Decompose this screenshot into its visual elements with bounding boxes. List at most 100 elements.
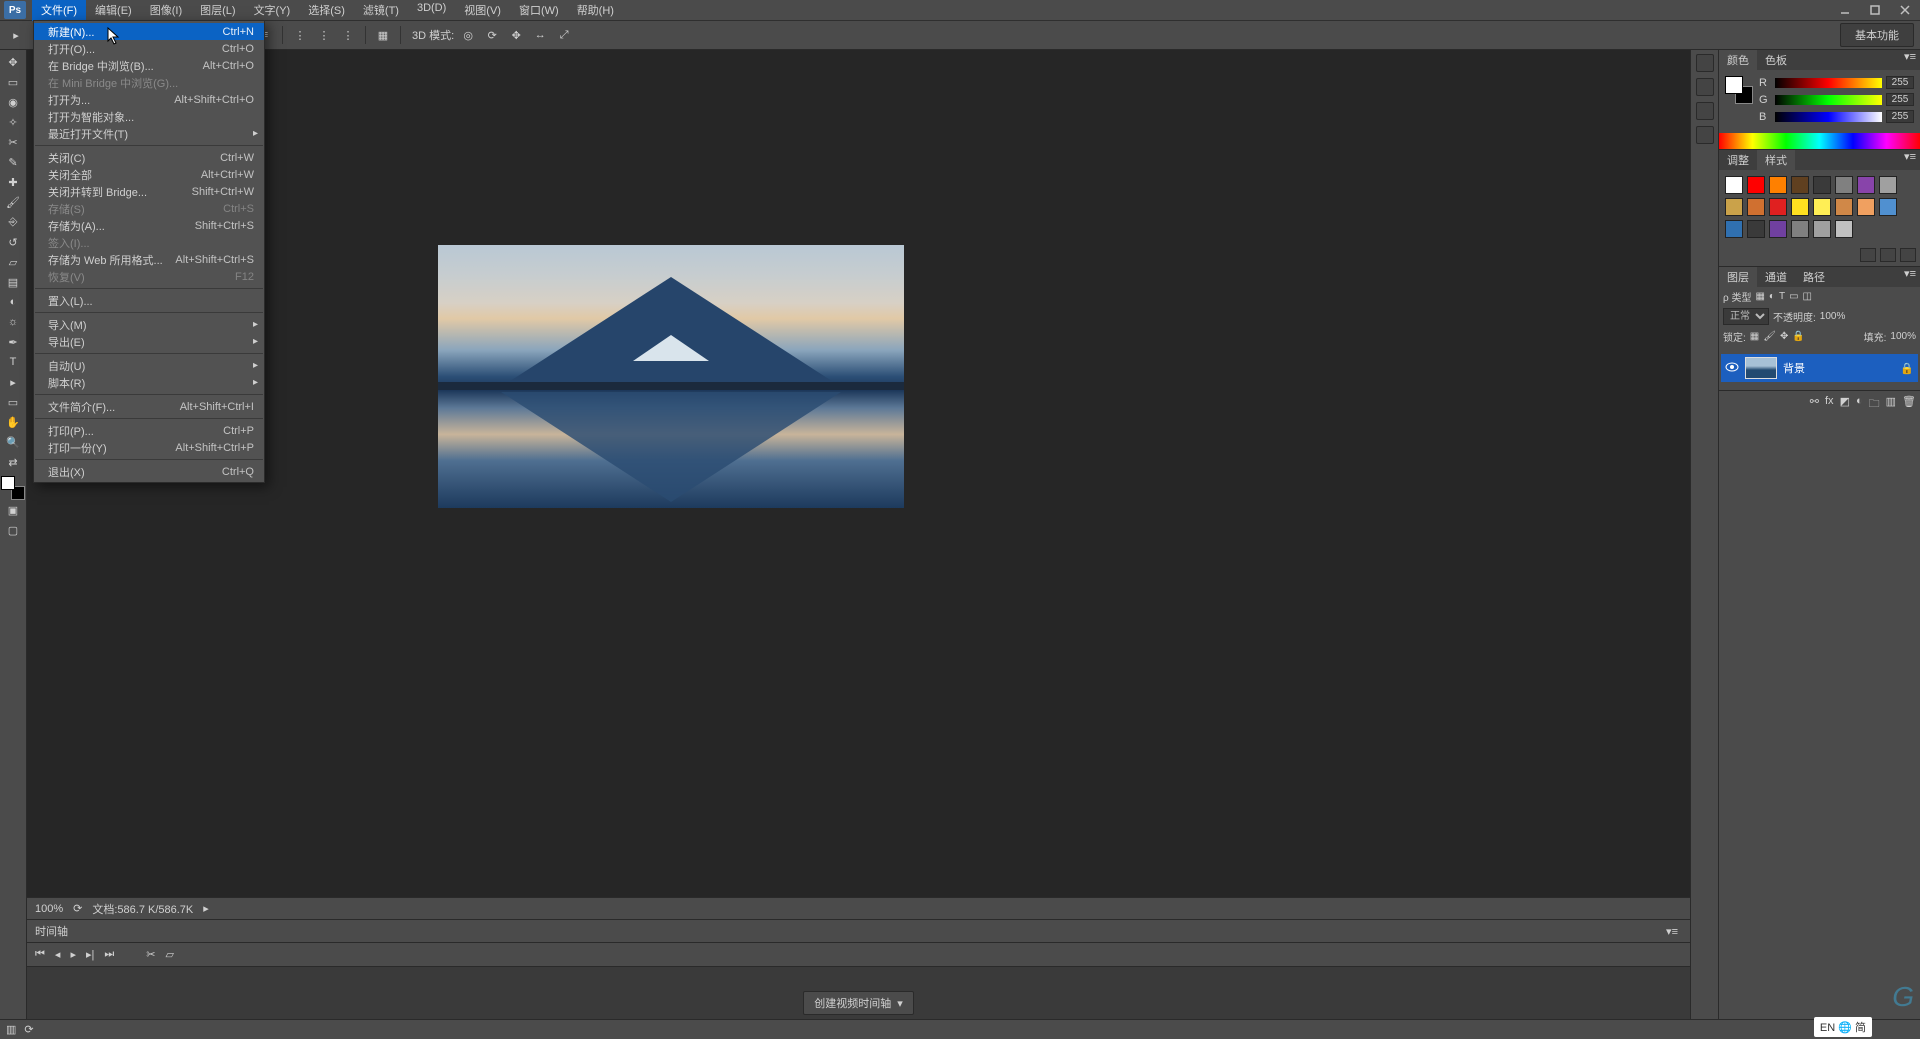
- 3d-zoom-icon[interactable]: ⤢: [554, 25, 574, 45]
- style-swatch[interactable]: [1835, 176, 1853, 194]
- menu-文字[interactable]: 文字(Y): [245, 0, 300, 21]
- zoom-level[interactable]: 100%: [35, 903, 63, 915]
- style-swatch[interactable]: [1747, 220, 1765, 238]
- menu-item[interactable]: 自动(U): [34, 357, 264, 374]
- quick-mask-icon[interactable]: ▣: [3, 501, 24, 519]
- close-button[interactable]: [1890, 0, 1920, 20]
- new-layer-icon[interactable]: ▥: [1886, 395, 1896, 414]
- style-swatch[interactable]: [1813, 198, 1831, 216]
- history-panel-icon[interactable]: [1696, 54, 1714, 72]
- menu-item[interactable]: 文件简介(F)...Alt+Shift+Ctrl+I: [34, 398, 264, 415]
- tool-preset-icon[interactable]: ▸: [6, 25, 26, 45]
- sync-icon[interactable]: ⟳: [24, 1023, 33, 1036]
- r-slider[interactable]: [1775, 78, 1882, 88]
- ime-indicator[interactable]: EN 🌐 简: [1814, 1017, 1872, 1037]
- menu-3d[interactable]: 3D(D): [408, 0, 455, 21]
- distribute-right-icon[interactable]: ⋮: [338, 25, 358, 45]
- tab-channels[interactable]: 通道: [1757, 267, 1795, 287]
- maximize-button[interactable]: [1860, 0, 1890, 20]
- trash-icon[interactable]: [1900, 248, 1916, 262]
- style-swatch[interactable]: [1747, 176, 1765, 194]
- menu-item[interactable]: 打印(P)...Ctrl+P: [34, 422, 264, 439]
- foreground-background-colors[interactable]: [1, 476, 25, 500]
- tab-layers[interactable]: 图层: [1719, 267, 1757, 287]
- clear-style-icon[interactable]: [1860, 248, 1876, 262]
- 3d-orbit-icon[interactable]: ◎: [458, 25, 478, 45]
- style-swatch[interactable]: [1857, 176, 1875, 194]
- 3d-pan-icon[interactable]: ✥: [506, 25, 526, 45]
- properties-panel-icon[interactable]: [1696, 126, 1714, 144]
- style-swatch[interactable]: [1879, 198, 1897, 216]
- tab-styles[interactable]: 样式: [1757, 150, 1795, 170]
- b-slider[interactable]: [1775, 112, 1882, 122]
- panel-menu-icon[interactable]: ▾≡: [1900, 267, 1920, 287]
- menu-item[interactable]: 最近打开文件(T): [34, 125, 264, 142]
- menu-图像[interactable]: 图像(I): [141, 0, 191, 21]
- adjustment-icon[interactable]: ◐: [1856, 395, 1863, 414]
- play-icon[interactable]: ▸: [70, 948, 76, 961]
- menu-item[interactable]: 关闭并转到 Bridge...Shift+Ctrl+W: [34, 183, 264, 200]
- marquee-tool-icon[interactable]: ▭: [3, 73, 24, 91]
- menu-item[interactable]: 关闭全部Alt+Ctrl+W: [34, 166, 264, 183]
- gradient-tool-icon[interactable]: ▤: [3, 273, 24, 291]
- history-brush-tool-icon[interactable]: ↺: [3, 233, 24, 251]
- menu-帮助[interactable]: 帮助(H): [568, 0, 623, 21]
- g-value[interactable]: 255: [1886, 93, 1914, 106]
- menu-item[interactable]: 导出(E): [34, 333, 264, 350]
- fill-value[interactable]: 100%: [1890, 331, 1916, 342]
- menu-item[interactable]: 关闭(C)Ctrl+W: [34, 149, 264, 166]
- path-selection-tool-icon[interactable]: ▸: [3, 373, 24, 391]
- distribute-h-icon[interactable]: ⋮: [314, 25, 334, 45]
- group-icon[interactable]: 🗀: [1869, 395, 1880, 414]
- lock-position-icon[interactable]: ✥: [1780, 331, 1788, 342]
- style-swatch[interactable]: [1769, 198, 1787, 216]
- minimize-button[interactable]: [1830, 0, 1860, 20]
- lock-all-icon[interactable]: 🔒: [1792, 331, 1804, 342]
- filter-shape-icon[interactable]: ▭: [1789, 291, 1798, 302]
- status-arrow-icon[interactable]: ▸: [203, 902, 209, 915]
- panel-menu-icon[interactable]: ▾≡: [1900, 50, 1920, 70]
- menu-item[interactable]: 存储为(A)...Shift+Ctrl+S: [34, 217, 264, 234]
- visibility-toggle-icon[interactable]: [1725, 362, 1739, 375]
- style-swatch[interactable]: [1879, 176, 1897, 194]
- hand-tool-icon[interactable]: ✋: [3, 413, 24, 431]
- lasso-tool-icon[interactable]: ◉: [3, 93, 24, 111]
- go-to-first-frame-icon[interactable]: ⏮: [35, 948, 45, 961]
- filter-type-icon[interactable]: T: [1779, 291, 1785, 302]
- style-swatch[interactable]: [1725, 220, 1743, 238]
- style-swatch[interactable]: [1791, 176, 1809, 194]
- switch-colors-icon[interactable]: ⇄: [3, 453, 24, 471]
- workspace-switcher[interactable]: 基本功能: [1840, 23, 1914, 47]
- go-to-last-frame-icon[interactable]: ⏭: [104, 948, 114, 961]
- g-slider[interactable]: [1775, 95, 1882, 105]
- style-swatch[interactable]: [1857, 198, 1875, 216]
- menu-滤镜[interactable]: 滤镜(T): [354, 0, 408, 21]
- style-swatch[interactable]: [1725, 198, 1743, 216]
- eraser-tool-icon[interactable]: ▱: [3, 253, 24, 271]
- r-value[interactable]: 255: [1886, 76, 1914, 89]
- tab-color[interactable]: 颜色: [1719, 50, 1757, 70]
- style-swatch[interactable]: [1769, 176, 1787, 194]
- lock-transparent-icon[interactable]: ▦: [1750, 331, 1759, 342]
- zoom-tool-icon[interactable]: 🔍: [3, 433, 24, 451]
- fx-icon[interactable]: fx: [1825, 395, 1834, 414]
- eyedropper-tool-icon[interactable]: ✎: [3, 153, 24, 171]
- type-tool-icon[interactable]: T: [3, 353, 24, 371]
- blur-tool-icon[interactable]: ◐: [3, 293, 24, 311]
- style-swatch[interactable]: [1769, 220, 1787, 238]
- opacity-value[interactable]: 100%: [1820, 311, 1846, 322]
- menu-item[interactable]: 置入(L)...: [34, 292, 264, 309]
- 3d-roll-icon[interactable]: ⟳: [482, 25, 502, 45]
- rectangle-tool-icon[interactable]: ▭: [3, 393, 24, 411]
- clone-stamp-tool-icon[interactable]: ⎆: [3, 213, 24, 231]
- style-swatch[interactable]: [1747, 198, 1765, 216]
- trash-icon[interactable]: 🗑: [1902, 395, 1916, 414]
- style-swatch[interactable]: [1813, 220, 1831, 238]
- filter-adjust-icon[interactable]: ◐: [1769, 291, 1775, 302]
- panel-menu-icon[interactable]: ▾≡: [1900, 150, 1920, 170]
- crop-tool-icon[interactable]: ✂: [3, 133, 24, 151]
- canvas-viewport[interactable]: [27, 50, 1690, 897]
- b-value[interactable]: 255: [1886, 110, 1914, 123]
- new-style-icon[interactable]: [1880, 248, 1896, 262]
- layer-row[interactable]: 背景 🔒: [1721, 354, 1918, 382]
